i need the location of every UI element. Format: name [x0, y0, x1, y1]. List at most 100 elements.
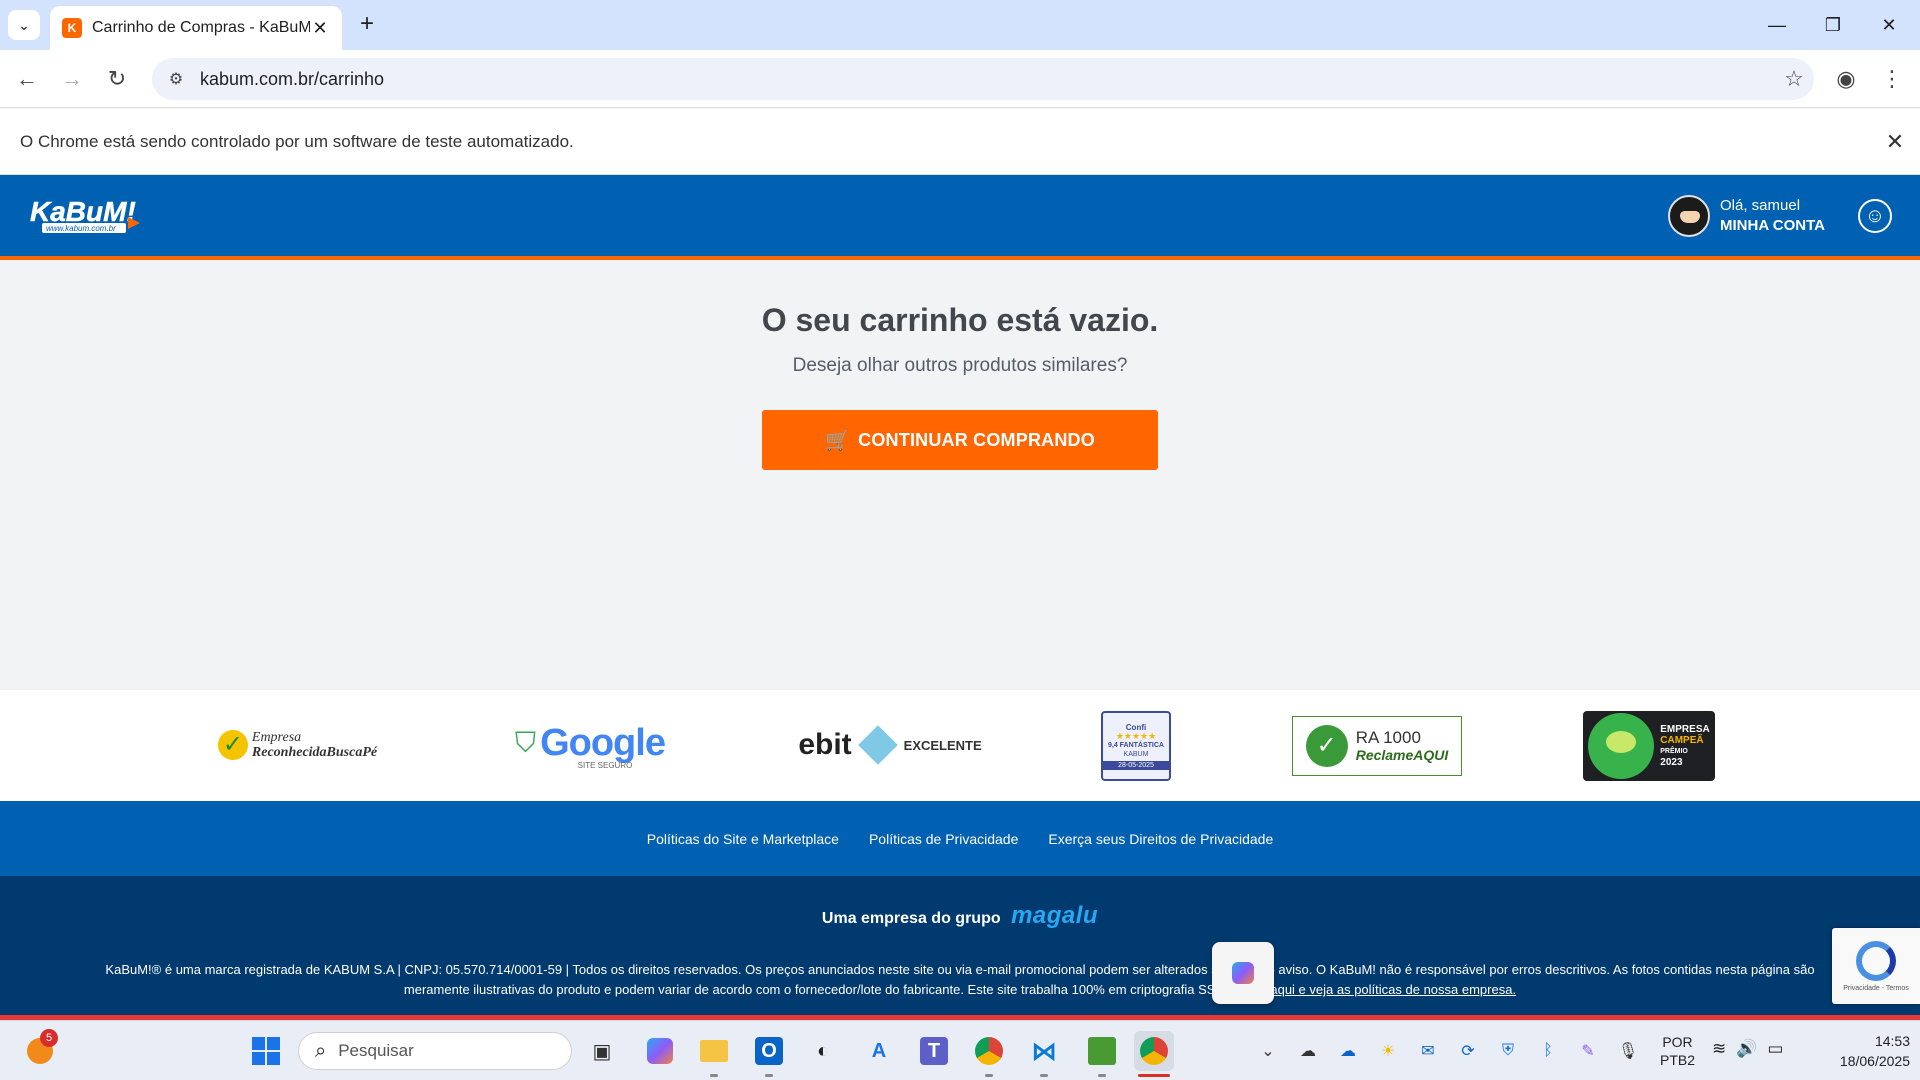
ebit-rating: EXCELENTE	[903, 737, 982, 753]
magalu-logo[interactable]: magalu	[1011, 902, 1098, 929]
copilot-icon	[1232, 962, 1254, 984]
close-window-button[interactable]: ✕	[1866, 10, 1912, 40]
profile-icon[interactable]: ◉	[1829, 62, 1863, 96]
ra-score: RA 1000	[1355, 728, 1421, 747]
chart-app-icon[interactable]	[1082, 1031, 1122, 1077]
buscape-seal[interactable]: ✓ Empresa ReconhecidaBuscaPé	[205, 722, 390, 768]
bird-app-icon[interactable]: ◐	[803, 1031, 843, 1071]
footer-link-privacy-rights[interactable]: Exerça seus Direitos de Privacidade	[1048, 831, 1273, 847]
sync-icon[interactable]: ⟳	[1455, 1038, 1481, 1064]
browser-tab-bar: ⌄ K Carrinho de Compras - KaBuM! ✕ + — ❐…	[0, 0, 1920, 50]
kabum-favicon-icon: K	[62, 18, 82, 38]
ra-brand: ReclameAQUI	[1355, 747, 1449, 763]
onedrive-icon[interactable]: ☁	[1335, 1038, 1361, 1064]
task-view-button[interactable]: ▣	[582, 1031, 622, 1071]
windows-icon	[252, 1037, 280, 1065]
reload-button[interactable]: ↻	[100, 62, 134, 96]
address-bar[interactable]: ⚙ kabum.com.br/carrinho ☆	[152, 58, 1814, 100]
clock[interactable]: 14:53 18/06/2025	[1810, 1031, 1910, 1071]
show-hidden-icons-chevron-icon[interactable]: ⌄	[1255, 1038, 1281, 1064]
security-warning-icon[interactable]: ⛨	[1495, 1038, 1521, 1064]
tab-search-dropdown[interactable]: ⌄	[8, 10, 40, 40]
restore-button[interactable]: ❐	[1810, 10, 1856, 40]
recaptcha-badge[interactable]: Privacidade - Termos	[1832, 928, 1920, 1004]
confi-score: 9,4 FANTÁSTICA	[1107, 741, 1164, 749]
new-tab-button[interactable]: +	[352, 10, 382, 40]
file-explorer-icon[interactable]	[694, 1031, 734, 1077]
site-info-icon[interactable]: ⚙	[156, 69, 196, 89]
cart-icon: 🛒	[825, 429, 851, 452]
group-line: Uma empresa do grupo magalu	[0, 902, 1920, 930]
campea-line2: CAMPEÃ	[1660, 735, 1704, 746]
chrome-active-icon[interactable]	[1134, 1031, 1174, 1077]
cart-main: O seu carrinho está vazio. Deseja olhar …	[0, 264, 1920, 690]
kabum-logo[interactable]: KaBuM! www.kabum.com.br	[28, 193, 143, 239]
menu-icon[interactable]: ⋮	[1875, 62, 1909, 96]
empresa-campea-seal[interactable]: EMPRESA CAMPEÃ PRÊMIO 2023	[1583, 711, 1715, 781]
avatar[interactable]	[1668, 195, 1710, 237]
greeting-text: Olá, samuel	[1720, 197, 1801, 214]
back-button[interactable]: ←	[10, 62, 44, 96]
confi-seal[interactable]: Confi ★★★★★ 9,4 FANTÁSTICA KABUM 28-05-2…	[1101, 711, 1171, 781]
url-text[interactable]: kabum.com.br/carrinho	[196, 69, 1774, 90]
my-account-link[interactable]: MINHA CONTA	[1720, 216, 1825, 236]
tab-close-icon[interactable]: ✕	[310, 18, 330, 39]
check-icon: ✓	[217, 730, 248, 760]
footer-link-site-policies[interactable]: Políticas do Site e Marketplace	[647, 831, 839, 847]
start-button[interactable]	[246, 1031, 286, 1071]
reclame-aqui-seal[interactable]: ✓ RA 1000 ReclameAQUI	[1292, 716, 1462, 776]
account-menu[interactable]: Olá, samuel MINHA CONTA	[1668, 195, 1825, 237]
ebit-seal[interactable]: ebit EXCELENTE	[790, 720, 990, 770]
footer-links: Políticas do Site e Marketplace Política…	[0, 801, 1920, 876]
google-subtext: SITE SEGURO	[577, 761, 633, 770]
recaptcha-icon	[1856, 940, 1896, 981]
infobar-close-icon[interactable]: ✕	[1870, 129, 1920, 155]
group-text: Uma empresa do grupo	[821, 910, 1001, 927]
language-indicator[interactable]: POR PTB2	[1660, 1033, 1695, 1069]
diamond-icon	[857, 725, 898, 765]
campea-line1: EMPRESA	[1660, 724, 1710, 735]
campea-line3: PRÊMIO	[1660, 748, 1688, 755]
copilot-floating-button[interactable]	[1212, 942, 1274, 1004]
microphone-icon[interactable]: 🎙	[1615, 1038, 1641, 1064]
app-a-icon[interactable]: A	[859, 1031, 899, 1071]
mascot-icon	[1588, 713, 1655, 779]
pen-icon[interactable]: ✎	[1575, 1038, 1601, 1064]
weather-widget[interactable]: 5	[20, 1029, 60, 1071]
battery-icon: ▭	[1767, 1039, 1784, 1058]
bluetooth-icon[interactable]: ᛒ	[1535, 1038, 1561, 1064]
clock-date: 18/06/2025	[1839, 1053, 1910, 1069]
onedrive-info-icon[interactable]: ☁	[1295, 1038, 1321, 1064]
accessibility-icon[interactable]: ☺	[1858, 199, 1892, 233]
buscape-line1: Empresa	[251, 730, 302, 745]
recaptcha-text[interactable]: Privacidade - Termos	[1843, 985, 1909, 992]
site-header: KaBuM! www.kabum.com.br Olá, samuel MINH…	[0, 175, 1920, 260]
notification-badge: 5	[40, 1029, 58, 1047]
search-placeholder: Pesquisar	[338, 1041, 414, 1060]
svg-text:KaBuM!: KaBuM!	[30, 196, 136, 227]
chrome-icon[interactable]	[969, 1031, 1009, 1077]
teams-icon[interactable]: T	[914, 1031, 954, 1071]
search-icon: ⌕	[315, 1039, 327, 1062]
google-safe-seal[interactable]: ⛉ Google SITE SEGURO	[512, 716, 668, 776]
taskbar-search[interactable]: ⌕ Pesquisar	[298, 1032, 572, 1070]
automation-infobar: O Chrome está sendo controlado por um so…	[0, 109, 1920, 175]
browser-tab[interactable]: K Carrinho de Compras - KaBuM! ✕	[50, 6, 342, 50]
quick-settings[interactable]: ≋ 🔊 ▭	[1712, 1039, 1783, 1059]
vscode-icon[interactable]: ⋈	[1024, 1031, 1064, 1077]
lang-line2: PTB2	[1660, 1052, 1696, 1068]
confi-date: 28-05-2025	[1103, 760, 1169, 770]
outlook-icon[interactable]: O	[749, 1031, 789, 1077]
weather-tray-icon[interactable]: ☀	[1375, 1038, 1401, 1064]
continue-shopping-label: CONTINUAR COMPRANDO	[858, 429, 1095, 450]
outlook-tray-icon[interactable]: ✉	[1415, 1038, 1441, 1064]
minimize-button[interactable]: —	[1754, 10, 1800, 40]
legal-text-block: KaBuM!® é uma marca registrada de KABUM …	[80, 960, 1840, 1000]
bookmark-star-icon[interactable]: ☆	[1774, 66, 1814, 92]
footer-link-privacy[interactable]: Políticas de Privacidade	[869, 831, 1018, 847]
copilot-app-icon[interactable]	[640, 1031, 680, 1071]
continue-shopping-button[interactable]: 🛒 CONTINUAR COMPRANDO	[762, 410, 1158, 470]
forward-button[interactable]: →	[55, 62, 89, 96]
confi-store: KABUM	[1123, 750, 1149, 758]
automation-message: O Chrome está sendo controlado por um so…	[20, 131, 574, 151]
